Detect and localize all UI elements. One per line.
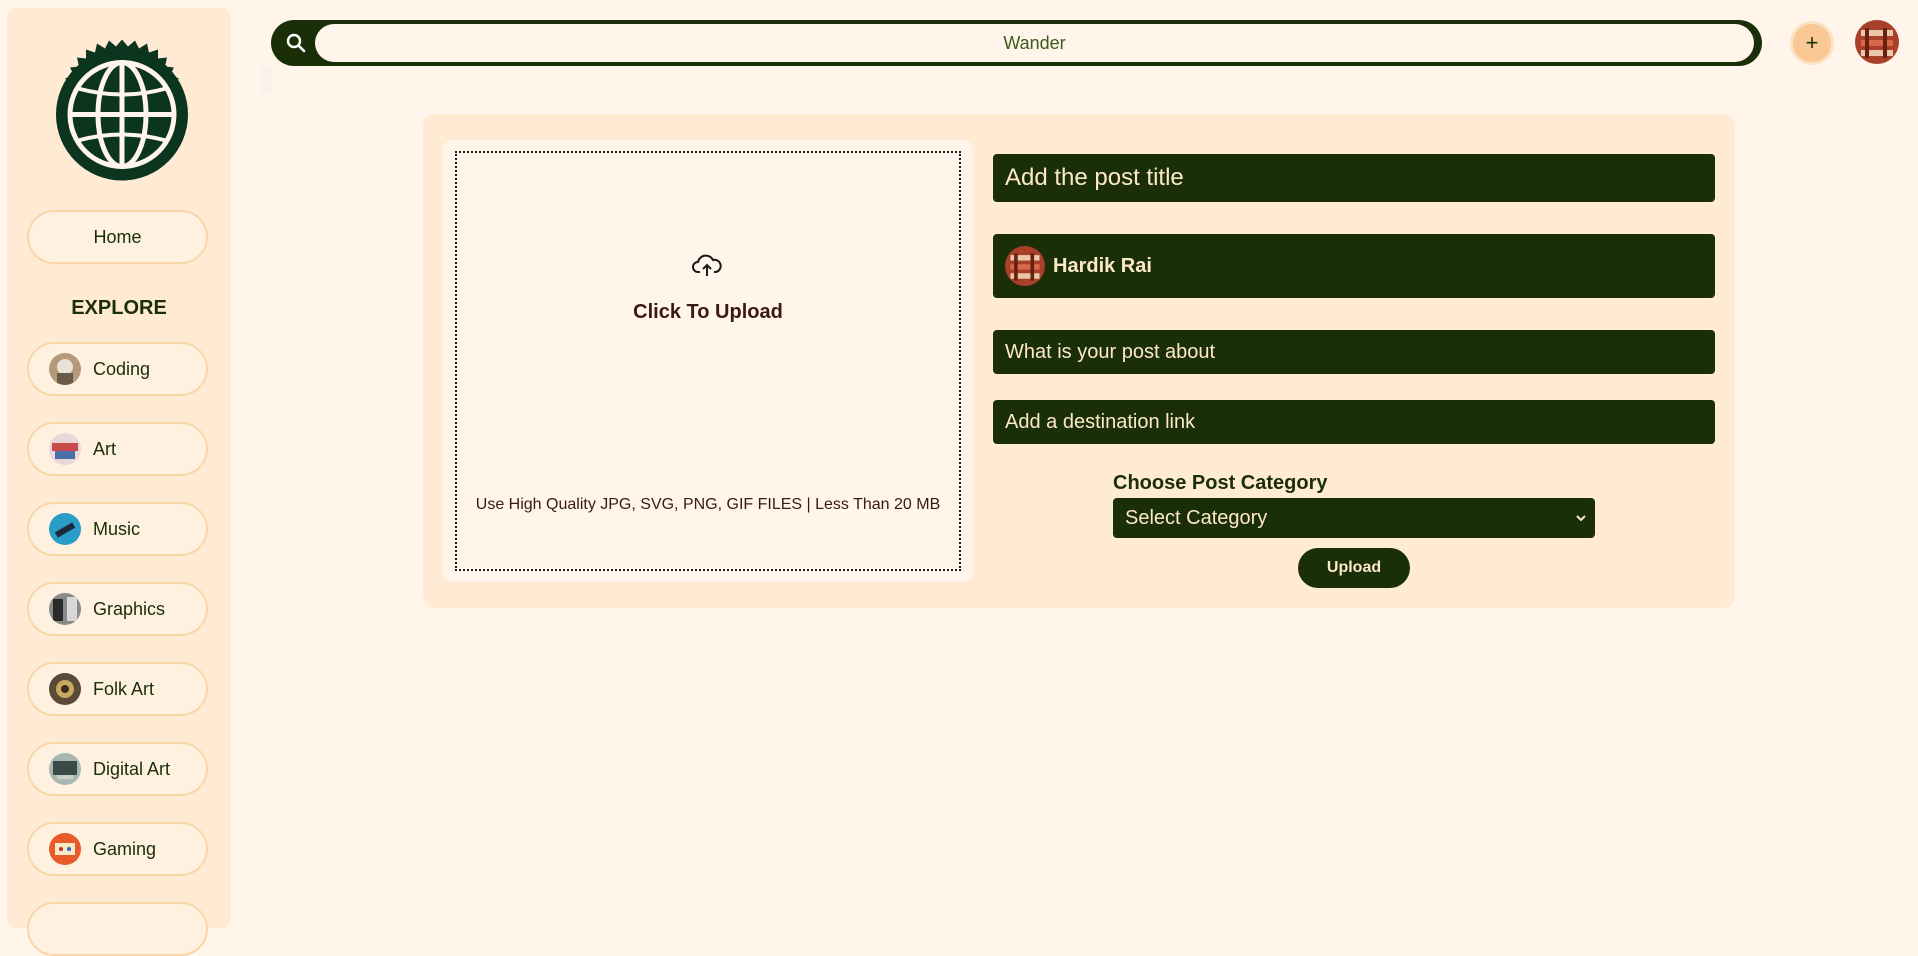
author-avatar (1005, 246, 1045, 286)
sidebar-item-home[interactable]: Home (27, 210, 208, 264)
search-icon[interactable] (285, 32, 307, 54)
search-bar (271, 20, 1762, 66)
profile-avatar[interactable] (1855, 20, 1899, 64)
upload-button[interactable]: Upload (1298, 548, 1410, 588)
destination-link-placeholder: Add a destination link (1005, 410, 1196, 433)
coding-avatar (49, 353, 81, 385)
upload-button-label: Upload (1326, 559, 1382, 576)
sidebar-item-art[interactable]: Art (27, 422, 208, 476)
author-field: Hardik Rai (993, 234, 1715, 298)
digital-art-avatar (49, 753, 81, 785)
category-selected-value: Select Category (1125, 506, 1268, 529)
upload-hint: Use High Quality JPG, SVG, PNG, GIF FILE… (475, 496, 941, 513)
folk-art-avatar (49, 673, 81, 705)
art-avatar (49, 433, 81, 465)
category-label: Choose Post Category (1113, 472, 1328, 494)
category-select[interactable]: Select Category (1113, 498, 1595, 538)
sidebar-item-label: Digital Art (93, 758, 171, 779)
globe-logo-icon[interactable] (47, 36, 197, 193)
sidebar-item-label: Coding (93, 358, 151, 379)
search-input[interactable] (315, 24, 1754, 62)
add-post-button[interactable]: + (1790, 21, 1834, 65)
divider (261, 68, 271, 94)
sidebar-item-music[interactable]: Music (27, 502, 208, 556)
sidebar-item-folk-art[interactable]: Folk Art (27, 662, 208, 716)
graphics-avatar (49, 593, 81, 625)
sidebar-item-coding[interactable]: Coding (27, 342, 208, 396)
destination-link-input[interactable]: Add a destination link (993, 400, 1715, 444)
post-title-placeholder: Add the post title (1005, 164, 1184, 191)
post-title-input[interactable]: Add the post title (993, 154, 1715, 202)
plus-icon: + (1805, 30, 1819, 55)
post-about-input[interactable]: What is your post about (993, 330, 1715, 374)
sidebar-item-label: Art (93, 438, 117, 459)
sidebar-item-graphics[interactable]: Graphics (27, 582, 208, 636)
music-avatar (49, 513, 81, 545)
chevron-down-icon (1576, 515, 1586, 522)
upload-title[interactable]: Click To Upload (455, 301, 961, 324)
sidebar-item-digital-art[interactable]: Digital Art (27, 742, 208, 796)
cloud-upload-icon[interactable] (692, 254, 722, 278)
sidebar-item-more[interactable] (27, 902, 208, 956)
sidebar-item-label: Folk Art (93, 678, 155, 699)
post-about-placeholder: What is your post about (1005, 340, 1216, 363)
gaming-avatar (49, 833, 81, 865)
sidebar-item-label: Gaming (93, 838, 157, 859)
sidebar: Home EXPLORE Coding Art Music Graphics F… (7, 8, 231, 956)
explore-heading: EXPLORE (71, 297, 167, 319)
author-name: Hardik Rai (1053, 254, 1152, 277)
sidebar-item-label: Music (93, 518, 141, 539)
sidebar-item-gaming[interactable]: Gaming (27, 822, 208, 876)
sidebar-item-label: Graphics (93, 598, 166, 619)
sidebar-item-label: Home (93, 226, 142, 247)
